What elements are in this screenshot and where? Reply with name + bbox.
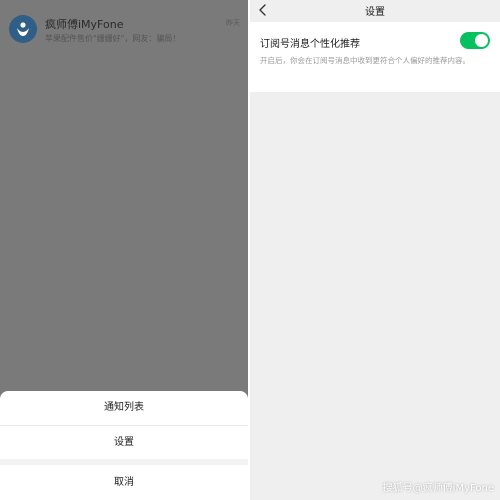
watermark: 搜狐号@疯师傅iMyFone	[382, 483, 494, 494]
setting-card: 订阅号消息个性化推荐 开启后，你会在订阅号消息中收到更符合个人偏好的推荐内容。	[250, 22, 500, 92]
settings-option[interactable]: 设置	[0, 426, 248, 460]
chat-time: 昨天	[226, 19, 240, 27]
chat-preview: 苹果配件售价"姗姗好"，网友：骗局！	[45, 34, 181, 43]
setting-description: 开启后，你会在订阅号消息中收到更符合个人偏好的推荐内容。	[260, 56, 470, 65]
person-logo-icon	[9, 15, 37, 43]
setting-label: 订阅号消息个性化推荐	[260, 39, 360, 50]
personalized-recommendation-toggle[interactable]	[460, 32, 490, 49]
toggle-knob	[475, 34, 488, 47]
notification-list-option[interactable]: 通知列表	[0, 391, 248, 425]
left-panel: 疯师傅iMyFone 苹果配件售价"姗姗好"，网友：骗局！ 昨天 通知列表 设置…	[0, 0, 248, 500]
sheet-gap	[0, 459, 248, 465]
chat-list-item[interactable]: 疯师傅iMyFone 苹果配件售价"姗姗好"，网友：骗局！ 昨天	[0, 8, 248, 48]
page-title: 设置	[365, 7, 385, 18]
cancel-button[interactable]: 取消	[0, 466, 248, 500]
right-panel: 设置 订阅号消息个性化推荐 开启后，你会在订阅号消息中收到更符合个人偏好的推荐内…	[250, 0, 500, 500]
action-sheet: 通知列表 设置 取消	[0, 391, 248, 500]
settings-header: 设置	[250, 0, 500, 20]
chat-name: 疯师傅iMyFone	[45, 18, 124, 31]
